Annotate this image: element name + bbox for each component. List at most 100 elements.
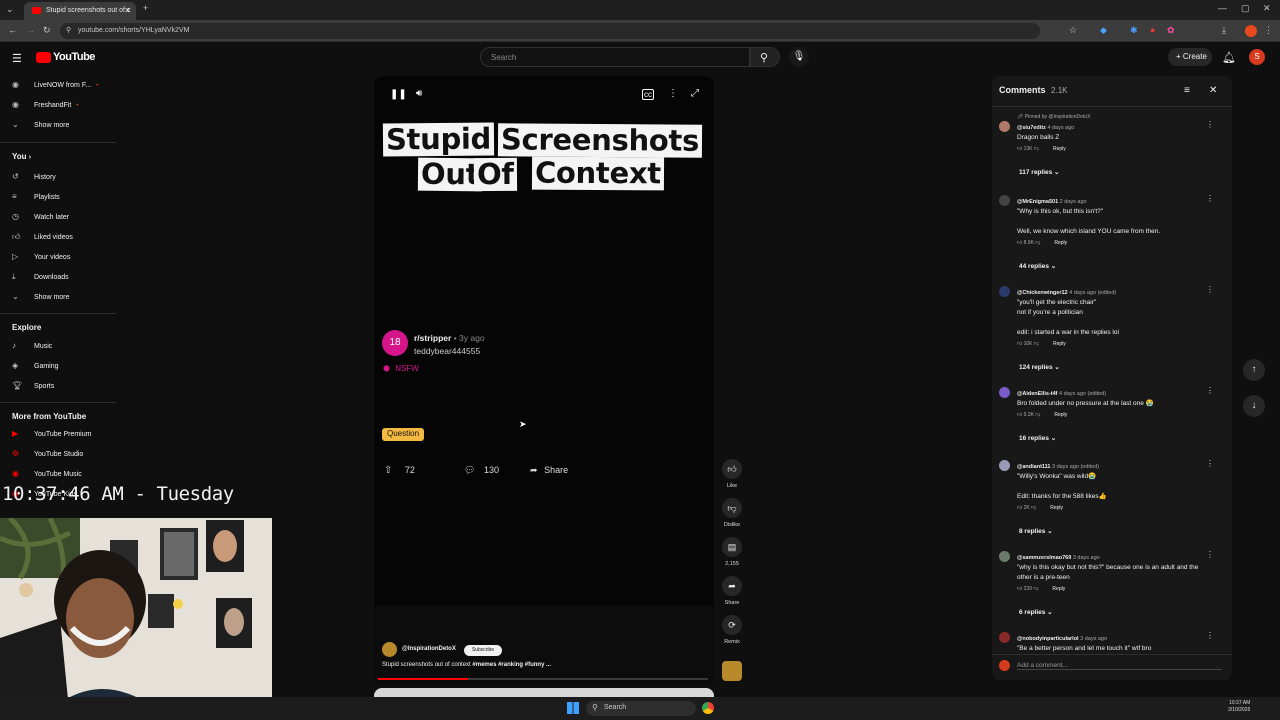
comment-avatar[interactable] <box>999 387 1010 398</box>
comment-handle[interactable]: @siu7editz 4 days ago <box>1017 125 1074 131</box>
taskbar-search-input[interactable]: ⚲ Search <box>586 701 696 716</box>
comment-reply-button[interactable]: Reply <box>1050 505 1063 511</box>
notifications-bell-icon[interactable]: 🔔︎ <box>1222 51 1236 64</box>
profile-avatar[interactable]: S <box>1249 49 1265 65</box>
subscribe-button[interactable]: Subscribe <box>464 645 502 656</box>
sidebar-item-sports[interactable]: 🏆︎ Sports <box>12 381 54 390</box>
create-button[interactable]: + Create <box>1168 48 1212 66</box>
previous-short-button[interactable]: ↑ <box>1243 359 1265 381</box>
back-icon[interactable]: ← <box>8 25 17 35</box>
comment-menu-icon[interactable]: ⋮ <box>1206 285 1214 294</box>
comment-like-count[interactable]: 👍︎ 2K 👎︎ <box>1017 505 1036 511</box>
maximize-icon[interactable]: ▢ <box>1241 3 1250 14</box>
add-comment-input[interactable]: Add a comment... <box>1017 662 1222 670</box>
comment-like-count[interactable]: 👍︎ 13K 👎︎ <box>1017 146 1039 152</box>
comment-reply-button[interactable]: Reply <box>1054 412 1067 418</box>
view-replies-button[interactable]: 44 replies ⌄ <box>1019 262 1056 270</box>
site-info-icon[interactable]: ⚲ <box>66 26 71 34</box>
sidebar-you-header[interactable]: You › <box>12 152 31 161</box>
comment-avatar[interactable] <box>999 460 1010 471</box>
view-replies-button[interactable]: 117 replies ⌄ <box>1019 168 1060 176</box>
voice-search-button[interactable]: 🎙 <box>789 47 809 67</box>
comment-avatar[interactable] <box>999 121 1010 132</box>
remix-button[interactable]: ⟳ <box>722 615 742 635</box>
comment-menu-icon[interactable]: ⋮ <box>1206 386 1214 395</box>
extension-pink-icon[interactable]: ✿ <box>1167 25 1175 36</box>
volume-icon[interactable]: 🔊︎ <box>416 88 422 99</box>
comment-handle[interactable]: @MrEnigma501 2 days ago <box>1017 199 1087 205</box>
comment-avatar[interactable] <box>999 195 1010 206</box>
sidebar-item-history[interactable]: ↺ History <box>12 172 56 181</box>
close-comments-icon[interactable]: ✕ <box>1209 85 1217 96</box>
pause-icon[interactable]: ❚❚ <box>390 89 407 100</box>
dislike-button[interactable]: 👎︎ <box>722 498 742 518</box>
like-button[interactable]: 👍︎ <box>722 459 742 479</box>
upvote-group[interactable]: ⇧ 72 <box>384 465 440 485</box>
sidebar-item-youtube-studio[interactable]: ⚙ YouTube Studio <box>12 449 83 458</box>
sidebar-item-downloads[interactable]: ⤓ Downloads <box>12 272 69 282</box>
view-replies-button[interactable]: 16 replies ⌄ <box>1019 434 1056 442</box>
chrome-profile-avatar[interactable] <box>1245 25 1257 37</box>
reload-icon[interactable]: ↻ <box>43 25 51 36</box>
comment-avatar[interactable] <box>999 551 1010 562</box>
sidebar-item-watch-later[interactable]: ◷ Watch later <box>12 212 69 221</box>
sort-icon[interactable]: ≡ <box>1184 85 1190 96</box>
share-group[interactable]: ➦ Share <box>530 465 580 485</box>
next-short-preview[interactable] <box>374 688 714 697</box>
fullscreen-icon[interactable]: ⤢ <box>691 88 699 99</box>
sidebar-item-sub-0[interactable]: ◉ LiveNOW from F... • <box>12 80 98 89</box>
chrome-menu-icon[interactable]: ⋮ <box>1264 25 1273 36</box>
tab-list-icon[interactable]: ⌄ <box>6 4 14 15</box>
window-close-icon[interactable]: ✕ <box>1263 3 1271 14</box>
view-replies-button[interactable]: 124 replies ⌄ <box>1019 363 1060 371</box>
windows-start-icon[interactable] <box>567 702 579 714</box>
comments-group[interactable]: 💬︎ 130 <box>464 465 508 485</box>
sidebar-show-more-you[interactable]: ⌄ Show more <box>12 292 69 301</box>
sidebar-item-youtube-music[interactable]: ◉ YouTube Music <box>12 469 82 478</box>
comment-like-count[interactable]: 👍︎ 8.9K 👎︎ <box>1017 240 1040 246</box>
browser-tab-active[interactable]: Stupid screenshots out of c ✕ <box>24 2 136 20</box>
minimize-icon[interactable]: — <box>1218 3 1227 13</box>
comments-button[interactable]: ▤ <box>722 537 742 557</box>
sidebar-item-youtube-premium[interactable]: ▶ YouTube Premium <box>12 429 91 438</box>
comment-menu-icon[interactable]: ⋮ <box>1206 120 1214 129</box>
downloads-icon[interactable]: ⤓ <box>1222 25 1226 36</box>
address-bar[interactable]: ⚲ youtube.com/shorts/YHLyaNVk2VM <box>60 23 1040 39</box>
comment-like-count[interactable]: 👍︎ 10K 👎︎ <box>1017 341 1039 347</box>
comment-reply-button[interactable]: Reply <box>1052 586 1065 592</box>
comment-like-count[interactable]: 👍︎ 9.3K 👎︎ <box>1017 412 1040 418</box>
comment-handle[interactable]: @AidenEllis-t4f 4 days ago (edited) <box>1017 391 1106 397</box>
next-short-button[interactable]: ↓ <box>1243 395 1265 417</box>
view-replies-button[interactable]: 6 replies ⌄ <box>1019 608 1053 616</box>
more-options-icon[interactable]: ⋮ <box>668 88 678 99</box>
bookmark-star-icon[interactable]: ☆ <box>1069 25 1077 36</box>
comment-avatar[interactable] <box>999 286 1010 297</box>
comment-menu-icon[interactable]: ⋮ <box>1206 550 1214 559</box>
comment-handle[interactable]: @andiant111 3 days ago (edited) <box>1017 464 1099 470</box>
short-description[interactable]: Stupid screenshots out of context #memes… <box>382 662 551 668</box>
chrome-taskbar-icon[interactable] <box>702 702 714 714</box>
search-input[interactable]: Search <box>480 47 750 67</box>
sidebar-show-more-subs[interactable]: ⌄ Show more <box>12 120 69 129</box>
comment-menu-icon[interactable]: ⋮ <box>1206 194 1214 203</box>
search-button[interactable]: ⚲ <box>750 47 780 67</box>
comment-avatar[interactable] <box>999 632 1010 643</box>
view-replies-button[interactable]: 8 replies ⌄ <box>1019 527 1053 535</box>
comment-menu-icon[interactable]: ⋮ <box>1206 459 1214 468</box>
share-button[interactable]: ➦ <box>722 576 742 596</box>
comment-reply-button[interactable]: Reply <box>1053 146 1066 152</box>
comment-reply-button[interactable]: Reply <box>1053 341 1066 347</box>
sidebar-item-gaming[interactable]: ◈ Gaming <box>12 361 59 370</box>
comment-handle[interactable]: @Chickenwinger12 4 days ago (edited) <box>1017 290 1116 296</box>
captions-icon[interactable]: cc <box>642 89 654 100</box>
sidebar-item-your-videos[interactable]: ▷ Your videos <box>12 252 70 261</box>
extensions-icon[interactable]: ◆ <box>1100 25 1107 36</box>
sidebar-item-playlists[interactable]: ≡ Playlists <box>12 192 60 201</box>
hamburger-menu-icon[interactable]: ☰ <box>12 52 22 65</box>
sidebar-item-liked-videos[interactable]: 👍︎ Liked videos <box>12 232 73 242</box>
channel-avatar[interactable] <box>382 642 397 657</box>
extension-red-icon[interactable]: ● <box>1150 25 1155 35</box>
channel-handle[interactable]: @InspirationDetoX <box>402 646 456 652</box>
comment-like-count[interactable]: 👍︎ 239 👎︎ <box>1017 586 1038 592</box>
comment-handle[interactable]: @sammzerslmao769 3 days ago <box>1017 555 1100 561</box>
